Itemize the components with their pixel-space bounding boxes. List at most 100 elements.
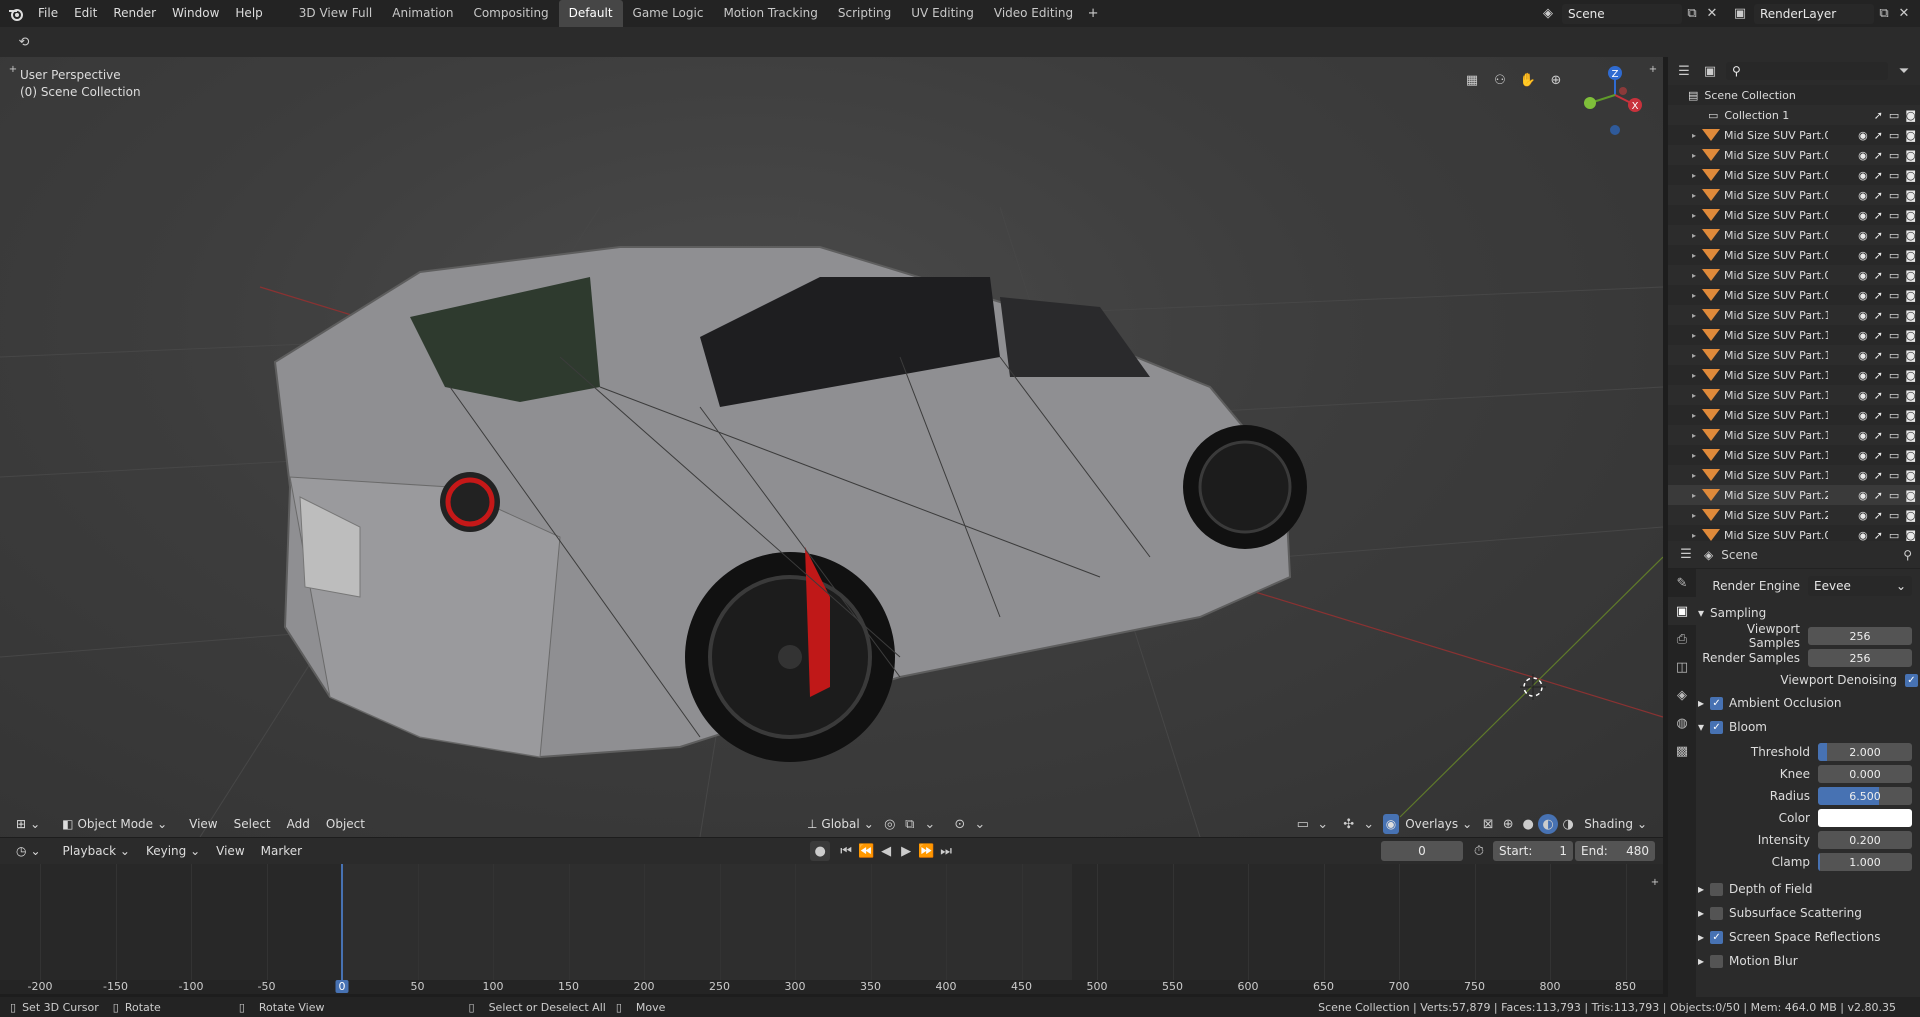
eye-icon[interactable]: ◉ — [1858, 169, 1868, 182]
bloom-checkbox[interactable]: ✓ — [1710, 720, 1724, 734]
select-toggle-icon[interactable]: ➚ — [1874, 269, 1883, 282]
eye-icon[interactable]: ◉ — [1858, 389, 1868, 402]
expand-right-icon[interactable]: ▸ — [1692, 291, 1696, 300]
expand-right-icon[interactable]: ▸ — [1692, 471, 1696, 480]
preview-range-icon[interactable]: ⏱ — [1469, 841, 1489, 861]
outliner-object-row[interactable]: ▸ Mid Size SUV Part.2 ◉ ➚ ▭ ◙ — [1668, 505, 1920, 525]
gizmo-toggle-icon[interactable]: ✣ — [1339, 814, 1359, 834]
select-toggle-icon[interactable]: ➚ — [1874, 309, 1883, 322]
motion-blur-checkbox[interactable] — [1710, 954, 1724, 968]
bloom-intensity-slider[interactable]: 0.200 — [1818, 831, 1912, 849]
viewport-toggle-icon[interactable]: ▭ — [1889, 129, 1899, 142]
play-reverse-icon[interactable]: ◀ — [876, 841, 896, 861]
viewport-toggle-icon[interactable]: ▭ — [1889, 529, 1899, 542]
outliner-object-row[interactable]: ▸ Mid Size SUV Part.2 ◉ ➚ ▭ ◙ — [1668, 485, 1920, 505]
outliner-object-row[interactable]: ▸ Mid Size SUV Part.1 ◉ ➚ ▭ ◙ — [1668, 425, 1920, 445]
overlays-dropdown[interactable]: Overlays ⌄ — [1399, 814, 1478, 834]
viewport-toggle-icon[interactable]: ▭ — [1889, 149, 1899, 162]
jump-start-icon[interactable]: ⏮ — [836, 841, 856, 861]
expand-right-icon[interactable]: ▸ — [1692, 131, 1696, 140]
solid-shading-icon[interactable]: ● — [1518, 814, 1538, 834]
viewport-toggle-icon[interactable]: ▭ — [1889, 369, 1899, 382]
viewport-denoising-checkbox[interactable]: ✓ — [1905, 673, 1918, 687]
eye-icon[interactable]: ◉ — [1858, 489, 1868, 502]
viewport-toggle-icon[interactable]: ▭ — [1889, 489, 1899, 502]
scene-selector-icon[interactable]: ◈ — [1538, 4, 1558, 24]
tab-animation[interactable]: Animation — [382, 0, 463, 27]
output-tab-icon[interactable]: ⎙ — [1668, 625, 1696, 653]
menu-window[interactable]: Window — [164, 0, 227, 27]
viewport-toggle-icon[interactable]: ▭ — [1889, 409, 1899, 422]
expand-right-icon[interactable]: ▸ — [1692, 211, 1696, 220]
render-toggle-icon[interactable]: ◙ — [1905, 429, 1916, 442]
3d-cursor[interactable] — [1520, 674, 1546, 700]
render-toggle-icon[interactable]: ◙ — [1905, 449, 1916, 462]
expand-right-icon[interactable]: ▸ — [1692, 271, 1696, 280]
viewport-toggle-icon[interactable]: ▭ — [1889, 289, 1899, 302]
eye-icon[interactable]: ◉ — [1858, 449, 1868, 462]
bloom-clamp-slider[interactable]: 1.000 — [1818, 853, 1912, 871]
select-toggle-icon[interactable]: ➚ — [1874, 409, 1883, 422]
render-toggle-icon[interactable]: ◙ — [1905, 209, 1916, 222]
menu-edit[interactable]: Edit — [66, 0, 105, 27]
delete-renderlayer-icon[interactable]: ✕ — [1894, 4, 1914, 24]
current-frame-field[interactable]: 0 — [1381, 841, 1463, 861]
render-toggle-icon[interactable]: ◙ — [1905, 409, 1916, 422]
viewport-toggle-icon[interactable]: ▭ — [1889, 389, 1899, 402]
texture-tab-icon[interactable]: ▩ — [1668, 737, 1696, 765]
viewport-samples-field[interactable]: 256 — [1808, 627, 1912, 645]
expand-right-icon[interactable]: ▸ — [1692, 491, 1696, 500]
render-toggle-icon[interactable]: ◙ — [1905, 189, 1916, 202]
pin-icon[interactable]: ⚲ — [1903, 548, 1912, 562]
tab-motion-tracking[interactable]: Motion Tracking — [713, 0, 827, 27]
viewport-toggle-icon[interactable]: ▭ — [1889, 209, 1899, 222]
view-object-types-icon[interactable]: ▭ — [1293, 814, 1313, 834]
scene-tab-icon[interactable]: ◈ — [1668, 681, 1696, 709]
render-toggle-icon[interactable]: ◙ — [1905, 149, 1916, 162]
menu-render[interactable]: Render — [105, 0, 164, 27]
outliner-object-row[interactable]: ▸ Mid Size SUV Part.1 ◉ ➚ ▭ ◙ — [1668, 405, 1920, 425]
viewport-toggle-icon[interactable]: ▭ — [1889, 249, 1899, 262]
transform-orientation-dropdown[interactable]: ⊥ Global ⌄ — [801, 814, 880, 834]
eye-icon[interactable]: ◉ — [1858, 349, 1868, 362]
expand-right-icon[interactable]: ▸ — [1692, 511, 1696, 520]
world-tab-icon[interactable]: ◍ — [1668, 709, 1696, 737]
outliner-object-row[interactable]: ▸ Mid Size SUV Part.1 ◉ ➚ ▭ ◙ — [1668, 305, 1920, 325]
bloom-panel-header[interactable]: ▾ ✓ Bloom — [1698, 715, 1918, 739]
camera-view-icon[interactable]: ⚇ — [1490, 70, 1510, 90]
outliner-object-row[interactable]: ▸ Mid Size SUV Part.1 ◉ ➚ ▭ ◙ — [1668, 345, 1920, 365]
timeline-sidebar-icon[interactable]: + — [1645, 872, 1663, 892]
outliner-search-input[interactable]: ⚲ — [1726, 62, 1888, 80]
render-toggle-icon[interactable]: ◙ — [1905, 229, 1916, 242]
eye-icon[interactable]: ◉ — [1858, 509, 1868, 522]
screen-space-reflections-checkbox[interactable]: ✓ — [1710, 930, 1724, 944]
eye-icon[interactable]: ◉ — [1858, 429, 1868, 442]
tab-default[interactable]: Default — [558, 0, 623, 27]
timeline-editor-type-button[interactable]: ◷ ⌄ — [10, 841, 47, 861]
viewport-toggle-icon[interactable]: ▭ — [1889, 109, 1899, 122]
expand-right-icon[interactable]: ▸ — [1692, 231, 1696, 240]
3d-viewport[interactable]: User Perspective (0) Scene Collection ▦ … — [0, 57, 1663, 837]
viewport-toggle-icon[interactable]: ▭ — [1889, 189, 1899, 202]
expand-right-icon[interactable]: ▸ — [1692, 151, 1696, 160]
viewport-toggle-icon[interactable]: ▭ — [1889, 169, 1899, 182]
select-toggle-icon[interactable]: ➚ — [1874, 529, 1883, 542]
eye-icon[interactable]: ◉ — [1858, 209, 1868, 222]
renderlayer-field[interactable]: RenderLayer — [1754, 3, 1874, 24]
new-scene-icon[interactable]: ⧉ — [1682, 4, 1702, 24]
outliner-editor-type-icon[interactable]: ☰ — [1674, 61, 1694, 81]
mode-dropdown[interactable]: ◧ Object Mode ⌄ — [56, 814, 173, 834]
tab-scripting[interactable]: Scripting — [828, 0, 901, 27]
viewport-toggle-icon[interactable]: ▭ — [1889, 309, 1899, 322]
select-toggle-icon[interactable]: ➚ — [1874, 249, 1883, 262]
render-toggle-icon[interactable]: ◙ — [1905, 489, 1916, 502]
sidebar-toggle-icon[interactable]: + — [1643, 59, 1663, 79]
eye-icon[interactable]: ◉ — [1858, 189, 1868, 202]
render-samples-field[interactable]: 256 — [1808, 649, 1912, 667]
outliner-object-row[interactable]: ▸ Mid Size SUV Part.0 ◉ ➚ ▭ ◙ — [1668, 125, 1920, 145]
tab-compositing[interactable]: Compositing — [463, 0, 558, 27]
render-toggle-icon[interactable]: ◙ — [1905, 249, 1916, 262]
outliner-collection-1[interactable]: ▭ Collection 1 ➚ ▭ ◙ — [1668, 105, 1920, 125]
render-toggle-icon[interactable]: ◙ — [1905, 129, 1916, 142]
viewport-toggle-icon[interactable]: ▭ — [1889, 349, 1899, 362]
